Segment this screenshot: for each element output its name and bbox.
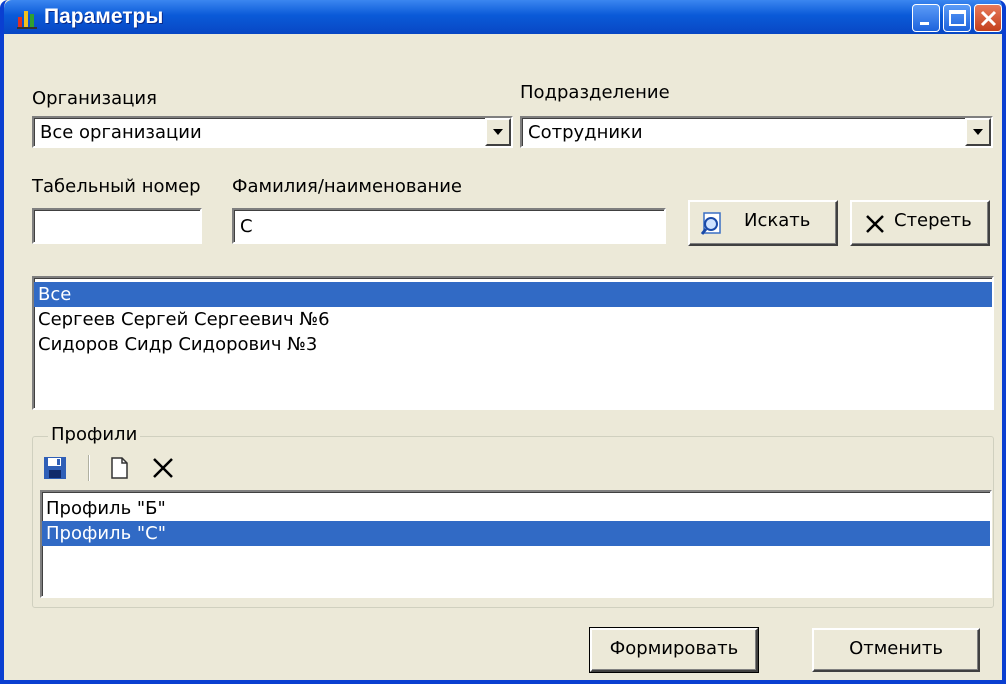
chevron-down-icon bbox=[493, 129, 503, 135]
minimize-icon bbox=[920, 22, 929, 25]
cancel-button-label: Отменить bbox=[849, 638, 943, 659]
tab-number-label: Табельный номер bbox=[32, 176, 201, 197]
list-item[interactable]: Профиль "С" bbox=[42, 521, 990, 546]
employee-list[interactable]: Все Сергеев Сергей Сергеевич №6 Сидоров … bbox=[32, 276, 994, 410]
title-bar[interactable]: Параметры bbox=[4, 0, 1002, 34]
organization-select[interactable]: Все организации bbox=[32, 116, 513, 148]
save-icon[interactable] bbox=[42, 455, 68, 481]
new-document-icon[interactable] bbox=[106, 455, 132, 481]
clear-button-label: Стереть bbox=[894, 210, 972, 231]
list-item[interactable]: Сергеев Сергей Сергеевич №6 bbox=[34, 307, 992, 332]
profiles-group-caption: Профили bbox=[48, 424, 141, 445]
window-title: Параметры bbox=[44, 5, 164, 28]
list-item[interactable]: Сидоров Сидр Сидорович №3 bbox=[34, 332, 992, 357]
delete-icon[interactable] bbox=[150, 455, 176, 481]
close-icon bbox=[866, 215, 884, 233]
parameters-dialog: Параметры Организация Все организации По… bbox=[0, 0, 1006, 684]
generate-button-label: Формировать bbox=[609, 638, 739, 659]
close-icon bbox=[980, 10, 997, 27]
search-icon bbox=[700, 212, 721, 235]
close-button[interactable] bbox=[974, 4, 1002, 32]
organization-value: Все организации bbox=[40, 122, 202, 143]
surname-label: Фамилия/наименование bbox=[232, 176, 463, 197]
list-item[interactable]: Все bbox=[34, 282, 992, 307]
chart-app-icon bbox=[17, 11, 37, 29]
organization-label: Организация bbox=[32, 88, 157, 109]
organization-dropdown-button[interactable] bbox=[485, 118, 511, 146]
division-label: Подразделение bbox=[520, 82, 670, 103]
cancel-button[interactable]: Отменить bbox=[812, 628, 980, 672]
maximize-icon bbox=[949, 10, 966, 26]
maximize-button[interactable] bbox=[943, 4, 971, 32]
toolbar-separator bbox=[88, 455, 90, 481]
clear-button[interactable]: Стереть bbox=[850, 200, 990, 246]
search-button-label: Искать bbox=[744, 210, 811, 231]
surname-input[interactable]: С bbox=[232, 208, 666, 244]
division-value: Сотрудники bbox=[528, 122, 643, 143]
division-dropdown-button[interactable] bbox=[965, 118, 991, 146]
division-select[interactable]: Сотрудники bbox=[520, 116, 993, 148]
profiles-list[interactable]: Профиль "Б" Профиль "С" bbox=[40, 490, 992, 598]
tab-number-input[interactable] bbox=[32, 208, 202, 244]
search-button[interactable]: Искать bbox=[688, 200, 838, 246]
list-item[interactable]: Профиль "Б" bbox=[42, 496, 990, 521]
minimize-button[interactable] bbox=[912, 4, 940, 32]
chevron-down-icon bbox=[973, 129, 983, 135]
generate-button[interactable]: Формировать bbox=[589, 627, 759, 673]
